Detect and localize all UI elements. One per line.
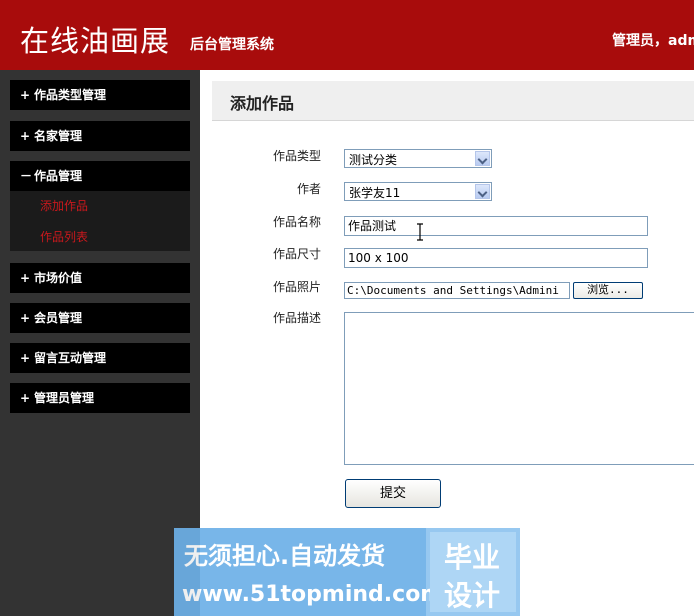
desc-label: 作品描述 — [273, 311, 322, 325]
sidebar-item-label: 留言互动管理 — [34, 351, 107, 365]
size-input[interactable]: 100 x 100 — [344, 248, 648, 268]
page-header: 添加作品 — [212, 81, 694, 121]
watermark-right-panel: 毕业 设计 — [430, 532, 516, 612]
chevron-down-icon[interactable] — [475, 184, 490, 199]
watermark-word-1: 毕业 — [444, 541, 501, 574]
header-bar: 在线油画展 后台管理系统 管理员，adm — [0, 0, 694, 70]
page-title: 添加作品 — [230, 94, 295, 113]
watermark-slogan: 无须担心.自动发货 — [184, 542, 386, 570]
browse-button[interactable]: 浏览... — [573, 282, 643, 299]
description-textarea[interactable] — [344, 312, 694, 465]
sidebar: + 作品类型管理 + 名家管理 －作品管理 添加作品 作品列表 + 市场价值 + 会员管… — [0, 70, 200, 616]
author-label: 作者 — [297, 182, 322, 196]
submenu-item-add-work[interactable]: 添加作品 — [40, 197, 88, 214]
expand-icon: + — [20, 391, 31, 405]
photo-file-input[interactable]: C:\Documents and Settings\Admini — [344, 282, 570, 299]
sidebar-item-label: 市场价值 — [34, 271, 83, 285]
expand-icon: + — [20, 271, 31, 285]
app-title: 在线油画展 — [20, 24, 171, 58]
name-input[interactable]: 作品测试 — [344, 216, 648, 236]
sidebar-item-label: 管理员管理 — [34, 391, 95, 405]
author-select[interactable]: 张学友11 — [344, 182, 492, 201]
watermark-left-panel: 无须担心.自动发货 www.51topmind.com — [174, 528, 443, 616]
photo-label: 作品照片 — [273, 280, 322, 294]
sidebar-item-label: 会员管理 — [34, 311, 83, 325]
expand-icon: + — [20, 129, 31, 143]
sidebar-item-market-value[interactable]: + 市场价值 — [10, 263, 190, 293]
watermark-url: www.51topmind.com — [182, 582, 444, 607]
type-select-value: 测试分类 — [349, 153, 398, 167]
watermark-banner: 无须担心.自动发货 www.51topmind.com 毕业 设计 — [174, 528, 520, 616]
expand-icon: + — [20, 88, 31, 102]
sidebar-item-label: 名家管理 — [34, 129, 83, 143]
type-label: 作品类型 — [273, 149, 322, 163]
submit-button[interactable]: 提交 — [345, 479, 441, 508]
type-select[interactable]: 测试分类 — [344, 149, 492, 168]
sidebar-item-label: 作品管理 — [34, 169, 83, 183]
expand-icon: + — [20, 311, 31, 325]
sidebar-item-messages[interactable]: + 留言互动管理 — [10, 343, 190, 373]
watermark-word-2: 设计 — [444, 579, 501, 612]
size-label: 作品尺寸 — [273, 247, 322, 261]
text-cursor-icon — [417, 223, 423, 241]
sidebar-item-admins[interactable]: + 管理员管理 — [10, 383, 190, 413]
sidebar-item-category[interactable]: + 作品类型管理 — [10, 80, 190, 110]
chevron-down-icon[interactable] — [475, 151, 490, 166]
expand-icon: + — [20, 351, 31, 365]
sidebar-item-artists[interactable]: + 名家管理 — [10, 121, 190, 151]
collapse-icon: － — [20, 169, 33, 183]
sidebar-item-members[interactable]: + 会员管理 — [10, 303, 190, 333]
sidebar-item-label: 作品类型管理 — [34, 88, 107, 102]
author-select-value: 张学友11 — [349, 186, 401, 200]
admin-label: 管理员，adm — [612, 33, 694, 49]
app-subtitle: 后台管理系统 — [190, 37, 274, 53]
works-submenu: 添加作品 作品列表 — [10, 191, 190, 251]
submenu-item-work-list[interactable]: 作品列表 — [40, 228, 88, 245]
name-label: 作品名称 — [273, 215, 322, 229]
sidebar-item-works[interactable]: －作品管理 — [10, 161, 190, 191]
